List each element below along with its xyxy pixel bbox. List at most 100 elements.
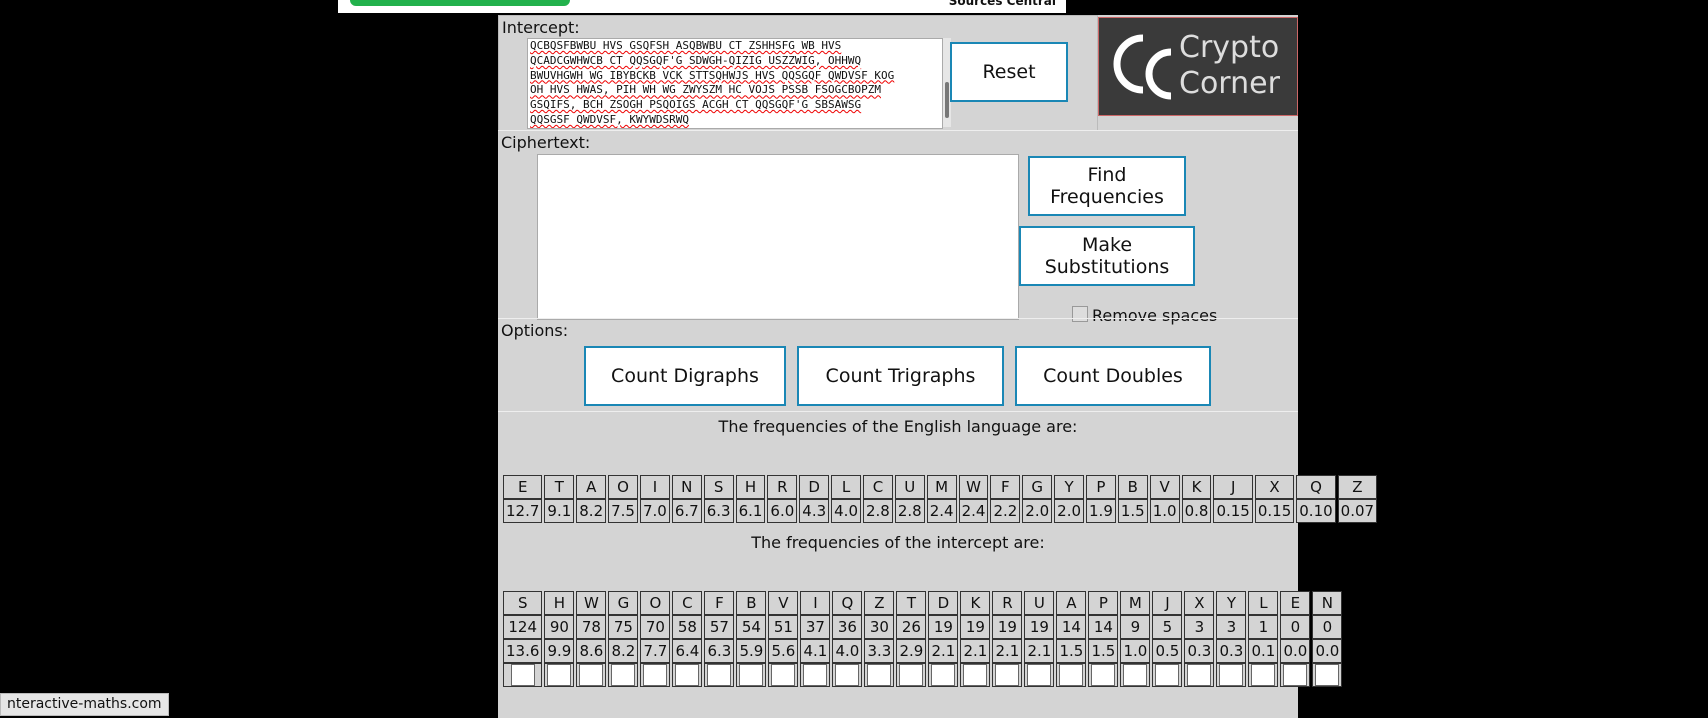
substitution-input[interactable] — [675, 664, 700, 686]
english-value-cell: 12.7 — [503, 499, 543, 523]
intercept-count-cell: 3 — [1184, 615, 1215, 639]
substitution-input[interactable] — [1283, 664, 1308, 686]
ciphertext-textarea[interactable] — [537, 154, 1019, 320]
substitution-cell — [640, 663, 671, 687]
substitution-input[interactable] — [1251, 664, 1276, 686]
substitution-input[interactable] — [995, 664, 1020, 686]
count-doubles-button[interactable]: Count Doubles — [1015, 346, 1211, 406]
intercept-count-cell: 14 — [1088, 615, 1119, 639]
intercept-percent-cell: 9.9 — [544, 639, 575, 663]
intercept-count-cell: 26 — [896, 615, 927, 639]
substitution-cell — [1248, 663, 1279, 687]
intercept-letter-cell: X — [1184, 591, 1215, 615]
english-letter-cell: T — [544, 475, 575, 499]
english-value-cell: 2.4 — [926, 499, 957, 523]
intercept-count-cell: 30 — [864, 615, 895, 639]
intercept-letter-cell: F — [704, 591, 735, 615]
english-letter-cell: Z — [1337, 475, 1378, 499]
substitution-cell — [800, 663, 831, 687]
substitution-input[interactable] — [771, 664, 796, 686]
intercept-letter-cell: I — [800, 591, 831, 615]
substitution-input[interactable] — [835, 664, 860, 686]
intercept-letter-cell: S — [503, 591, 543, 615]
substitution-input[interactable] — [1027, 664, 1052, 686]
english-value-cell: 6.1 — [735, 499, 766, 523]
english-letter-cell: C — [863, 475, 893, 499]
substitution-input[interactable] — [510, 664, 535, 686]
intercept-count-cell: 51 — [768, 615, 799, 639]
intercept-percent-cell: 0.3 — [1216, 639, 1247, 663]
intercept-letter-cell: U — [1024, 591, 1055, 615]
intercept-count-cell: 57 — [704, 615, 735, 639]
intercept-percent-cell: 6.4 — [672, 639, 703, 663]
substitution-cell — [1088, 663, 1119, 687]
make-substitutions-button[interactable]: Make Substitutions — [1019, 226, 1195, 286]
intercept-count-cell: 19 — [992, 615, 1023, 639]
substitution-cell — [960, 663, 991, 687]
intercept-percent-cell: 0.0 — [1280, 639, 1311, 663]
reset-button[interactable]: Reset — [950, 42, 1068, 102]
substitution-input[interactable] — [1059, 664, 1084, 686]
english-letter-cell: Y — [1054, 475, 1085, 499]
intercept-letter-cell: O — [640, 591, 671, 615]
substitution-input[interactable] — [707, 664, 732, 686]
intercept-section: Intercept: QCBQSFBWBU HVS GSQFSH ASQBWBU… — [498, 15, 1098, 131]
intercept-letter-cell: R — [992, 591, 1023, 615]
substitution-input[interactable] — [547, 664, 572, 686]
intercept-letter-cell: A — [1056, 591, 1087, 615]
intercept-percent-cell: 2.1 — [1024, 639, 1055, 663]
intercept-percent-cell: 2.9 — [896, 639, 927, 663]
intercept-line: GSQIFS, BCH ZSOGH PSQOIGS ACGH CT QQSGQF… — [530, 98, 862, 112]
substitution-cell — [1184, 663, 1215, 687]
substitution-input[interactable] — [963, 664, 988, 686]
intercept-frequency-title: The frequencies of the intercept are: — [751, 533, 1045, 552]
substitution-input[interactable] — [1187, 664, 1212, 686]
substitution-input[interactable] — [1123, 664, 1148, 686]
substitution-cell — [1024, 663, 1055, 687]
find-frequencies-button[interactable]: Find Frequencies — [1028, 156, 1186, 216]
intercept-letter-cell: Z — [864, 591, 895, 615]
english-value-cell: 7.5 — [608, 499, 638, 523]
intercept-percent-cell: 7.7 — [640, 639, 671, 663]
intercept-count-cell: 124 — [503, 615, 543, 639]
english-letter-cell: L — [831, 475, 861, 499]
logo-text-corner: Corner — [1179, 66, 1280, 101]
substitution-input[interactable] — [579, 664, 604, 686]
substitution-input[interactable] — [899, 664, 924, 686]
green-banner — [350, 0, 570, 6]
substitution-cell — [704, 663, 735, 687]
english-letter-cell: Q — [1296, 475, 1336, 499]
intercept-letter-cell: Q — [832, 591, 863, 615]
substitution-input[interactable] — [931, 664, 956, 686]
english-value-cell: 0.15 — [1213, 499, 1253, 523]
count-trigraphs-button[interactable]: Count Trigraphs — [797, 346, 1004, 406]
english-value-cell: 2.0 — [1022, 499, 1053, 523]
intercept-letter-cell: L — [1248, 591, 1279, 615]
english-value-cell: 8.2 — [576, 499, 607, 523]
substitution-input[interactable] — [643, 664, 668, 686]
substitution-input[interactable] — [1155, 664, 1180, 686]
english-letter-cell: U — [894, 475, 925, 499]
english-letter-cell: H — [735, 475, 766, 499]
scrollbar-thumb[interactable] — [945, 82, 949, 118]
substitution-input[interactable] — [867, 664, 892, 686]
english-letter-cell: W — [958, 475, 989, 499]
english-value-cell: 2.0 — [1054, 499, 1085, 523]
substitution-cell — [992, 663, 1023, 687]
substitution-input[interactable] — [739, 664, 764, 686]
intercept-percent-cell: 0.3 — [1184, 639, 1215, 663]
intercept-letter-cell: J — [1152, 591, 1183, 615]
intercept-textarea[interactable]: QCBQSFBWBU HVS GSQFSH ASQBWBU CT ZSHHSFG… — [527, 38, 943, 129]
english-letter-cell: B — [1117, 475, 1148, 499]
english-value-cell: 4.3 — [799, 499, 830, 523]
substitution-input[interactable] — [803, 664, 828, 686]
substitution-input[interactable] — [1315, 664, 1340, 686]
intercept-percent-cell: 1.0 — [1120, 639, 1151, 663]
intercept-percent-cell: 5.9 — [736, 639, 767, 663]
english-letter-cell: M — [926, 475, 957, 499]
intercept-count-cell: 3 — [1216, 615, 1247, 639]
substitution-input[interactable] — [611, 664, 636, 686]
count-digraphs-button[interactable]: Count Digraphs — [584, 346, 786, 406]
substitution-input[interactable] — [1219, 664, 1244, 686]
substitution-input[interactable] — [1091, 664, 1116, 686]
